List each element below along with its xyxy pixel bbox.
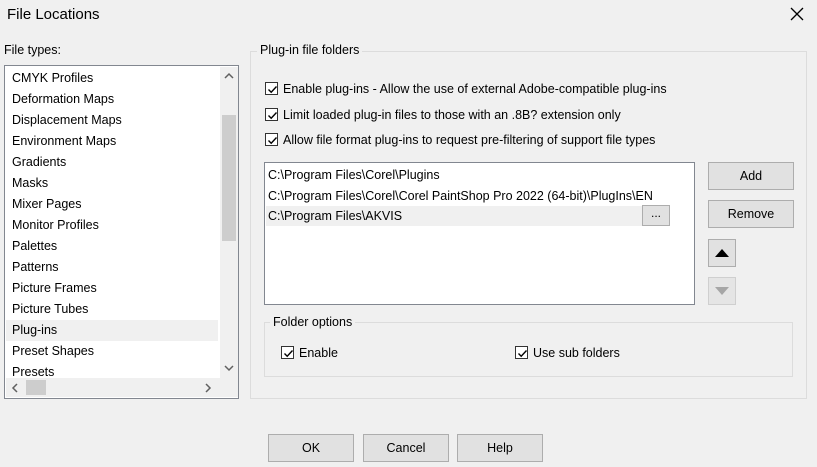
plugin-folder-list[interactable]: C:\Program Files\Corel\Plugins C:\Progra… (264, 162, 695, 305)
folder-enable-checkbox[interactable] (281, 346, 294, 359)
list-item[interactable]: CMYK Profiles (6, 68, 218, 89)
list-item[interactable]: Gradients (6, 152, 218, 173)
help-button[interactable]: Help (457, 434, 543, 462)
checkmark-icon (284, 350, 294, 358)
list-item[interactable]: Picture Tubes (6, 299, 218, 320)
prefilter-label: Allow file format plug-ins to request pr… (283, 133, 656, 147)
horizontal-scrollbar[interactable] (6, 378, 238, 397)
use-subfolders-checkbox[interactable] (515, 346, 528, 359)
cancel-button[interactable]: Cancel (363, 434, 449, 462)
file-types-list[interactable]: CMYK Profiles Deformation Maps Displacem… (4, 65, 239, 399)
list-item[interactable]: Monitor Profiles (6, 215, 218, 236)
list-item[interactable]: Displacement Maps (6, 110, 218, 131)
list-item-selected[interactable]: Plug-ins (6, 320, 218, 341)
list-item[interactable]: Patterns (6, 257, 218, 278)
window-title: File Locations (7, 6, 100, 23)
limit-plugins-checkbox[interactable] (265, 108, 278, 121)
list-item[interactable]: Picture Frames (6, 278, 218, 299)
ok-button[interactable]: OK (268, 434, 354, 462)
browse-button[interactable]: ... (642, 205, 670, 226)
close-button[interactable] (787, 4, 807, 24)
list-item[interactable]: Palettes (6, 236, 218, 257)
list-item[interactable]: Preset Shapes (6, 341, 218, 362)
horizontal-scroll-thumb[interactable] (26, 380, 46, 395)
list-item[interactable]: Environment Maps (6, 131, 218, 152)
checkmark-icon (268, 137, 278, 145)
prefilter-checkbox[interactable] (265, 133, 278, 146)
list-item[interactable]: Deformation Maps (6, 89, 218, 110)
scroll-down-icon[interactable] (224, 364, 234, 372)
vertical-scroll-thumb[interactable] (222, 115, 236, 241)
scroll-up-icon[interactable] (224, 72, 234, 80)
move-up-button[interactable] (708, 239, 736, 267)
checkmark-icon (268, 86, 278, 94)
folder-row-selected[interactable]: C:\Program Files\AKVIS (266, 206, 644, 226)
folder-row[interactable]: C:\Program Files\Corel\Corel PaintShop P… (268, 186, 653, 206)
list-item[interactable]: Masks (6, 173, 218, 194)
close-icon (790, 7, 804, 21)
add-button[interactable]: Add (708, 162, 794, 190)
enable-plugins-label: Enable plug-ins - Allow the use of exter… (283, 82, 667, 96)
file-types-label: File types: (4, 43, 61, 57)
checkmark-icon (268, 112, 278, 120)
triangle-up-icon (715, 249, 729, 257)
move-down-button[interactable] (708, 277, 736, 305)
limit-plugins-label: Limit loaded plug-in files to those with… (283, 108, 621, 122)
folder-row[interactable]: C:\Program Files\Corel\Plugins (268, 165, 440, 185)
checkmark-icon (518, 350, 528, 358)
list-item[interactable]: Mixer Pages (6, 194, 218, 215)
enable-plugins-checkbox[interactable] (265, 82, 278, 95)
use-subfolders-label: Use sub folders (533, 346, 620, 360)
scroll-right-icon[interactable] (204, 383, 212, 393)
remove-button[interactable]: Remove (708, 200, 794, 228)
folder-options-legend: Folder options (270, 315, 356, 329)
triangle-down-icon (715, 287, 729, 295)
folder-enable-label: Enable (299, 346, 338, 360)
plugin-folders-legend: Plug-in file folders (257, 43, 363, 57)
scroll-left-icon[interactable] (11, 383, 19, 393)
vertical-scrollbar[interactable] (220, 67, 238, 378)
